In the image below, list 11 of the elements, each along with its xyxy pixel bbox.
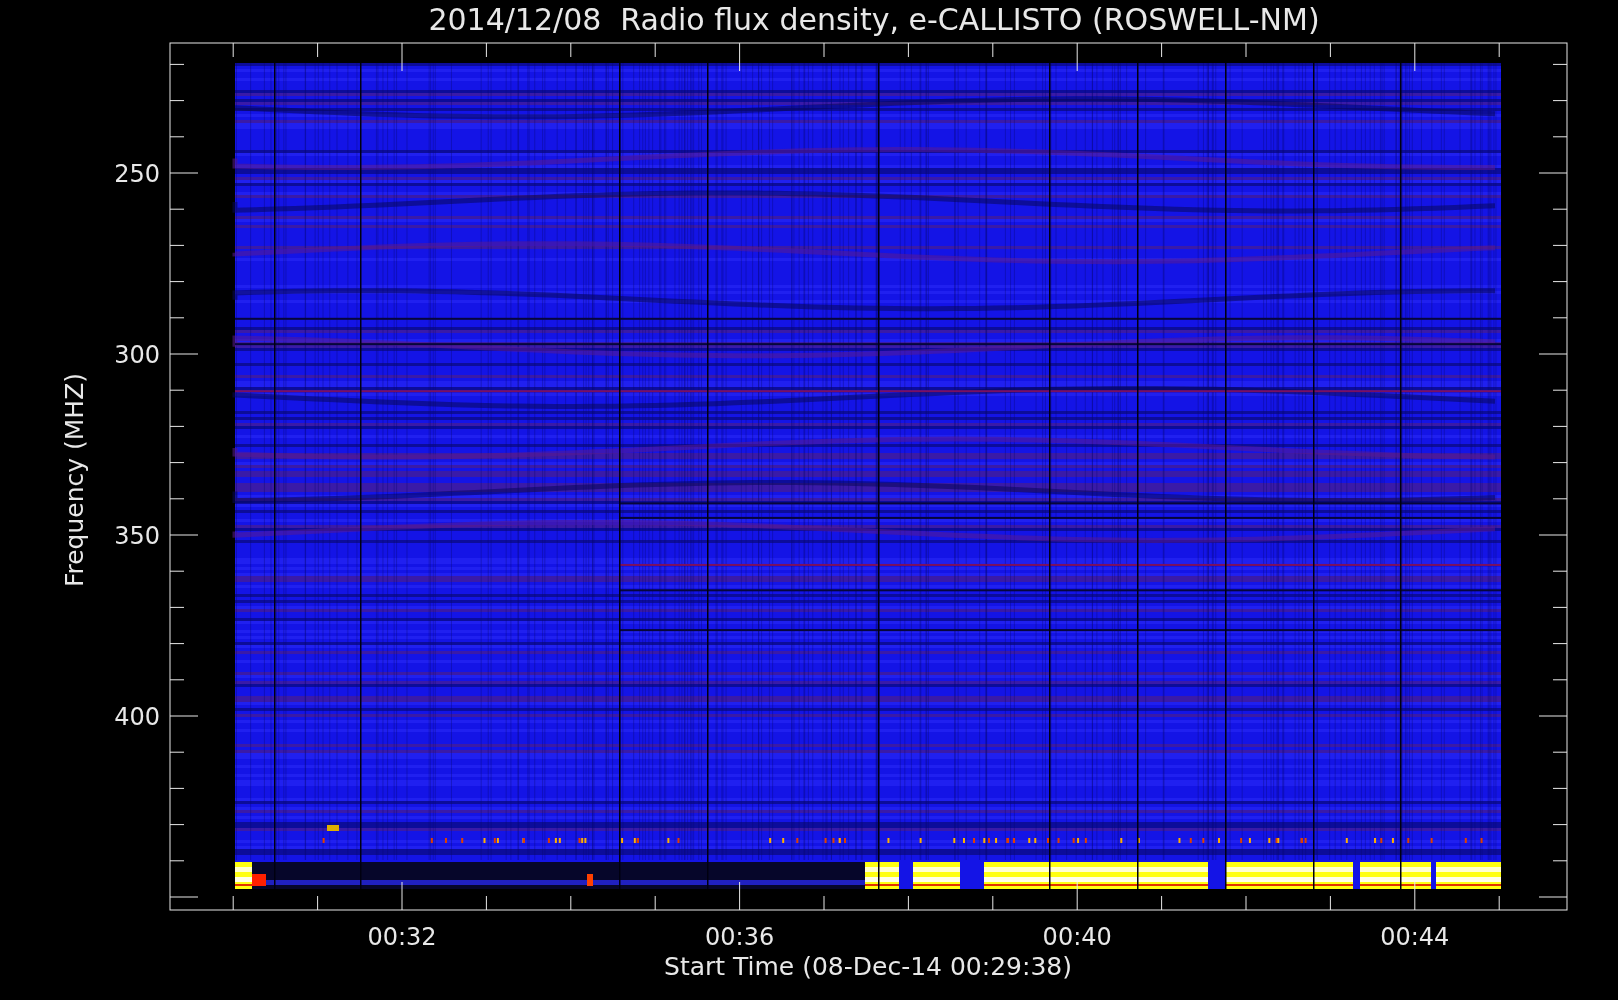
tick-label: 00:36 — [705, 923, 775, 951]
tick-label: 00:32 — [367, 923, 437, 951]
tick-label: 300 — [114, 341, 160, 369]
tick-label: 350 — [114, 522, 160, 550]
tick-label: 400 — [114, 703, 160, 731]
axis-label: Frequency (MHZ) — [60, 372, 89, 588]
tick-label: 00:40 — [1042, 923, 1112, 951]
axis-label: Start Time (08-Dec-14 00:29:38) — [664, 952, 1072, 981]
chart-title: 2014/12/08 Radio flux density, e-CALLISTO (ROSWELL-NM) — [428, 2, 1320, 37]
tick-label: 00:44 — [1380, 923, 1450, 951]
tick-label: 250 — [114, 160, 160, 188]
